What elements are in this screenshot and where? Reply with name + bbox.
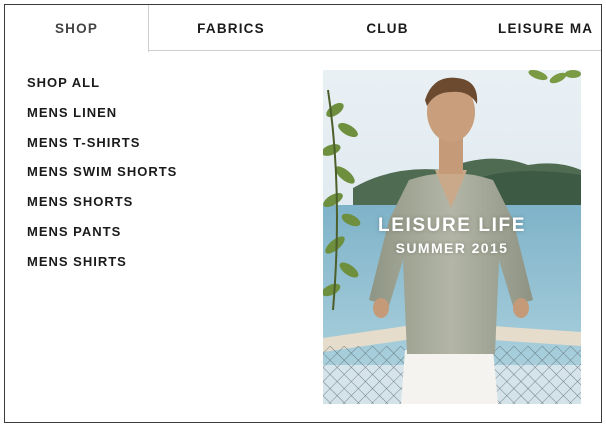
- menu-item-mens-linen[interactable]: MENS LINEN: [27, 105, 177, 135]
- mega-menu-panel: SHOP FABRICS CLUB LEISURE MA SHOP ALL ME…: [4, 4, 602, 423]
- menu-item-mens-swim-shorts[interactable]: MENS SWIM SHORTS: [27, 164, 177, 194]
- promo-photo: [323, 70, 581, 404]
- menu-item-mens-pants[interactable]: MENS PANTS: [27, 224, 177, 254]
- promo-title: LEISURE LIFE: [378, 215, 526, 236]
- promo-subtitle: SUMMER 2015: [395, 240, 509, 256]
- menu-item-shop-all[interactable]: SHOP ALL: [27, 75, 177, 105]
- tab-shop[interactable]: SHOP: [5, 5, 149, 52]
- tab-fabrics[interactable]: FABRICS: [181, 5, 281, 51]
- shop-category-list: SHOP ALL MENS LINEN MENS T-SHIRTS MENS S…: [27, 75, 177, 284]
- menu-item-mens-shorts[interactable]: MENS SHORTS: [27, 194, 177, 224]
- menu-item-mens-shirts[interactable]: MENS SHIRTS: [27, 254, 177, 284]
- tab-leisure-magazine[interactable]: LEISURE MA: [498, 5, 601, 51]
- top-nav-tabs: SHOP FABRICS CLUB LEISURE MA: [5, 5, 601, 52]
- menu-item-mens-t-shirts[interactable]: MENS T-SHIRTS: [27, 135, 177, 165]
- promo-banner[interactable]: LEISURE LIFE SUMMER 2015: [323, 70, 581, 404]
- tab-club[interactable]: CLUB: [345, 5, 430, 51]
